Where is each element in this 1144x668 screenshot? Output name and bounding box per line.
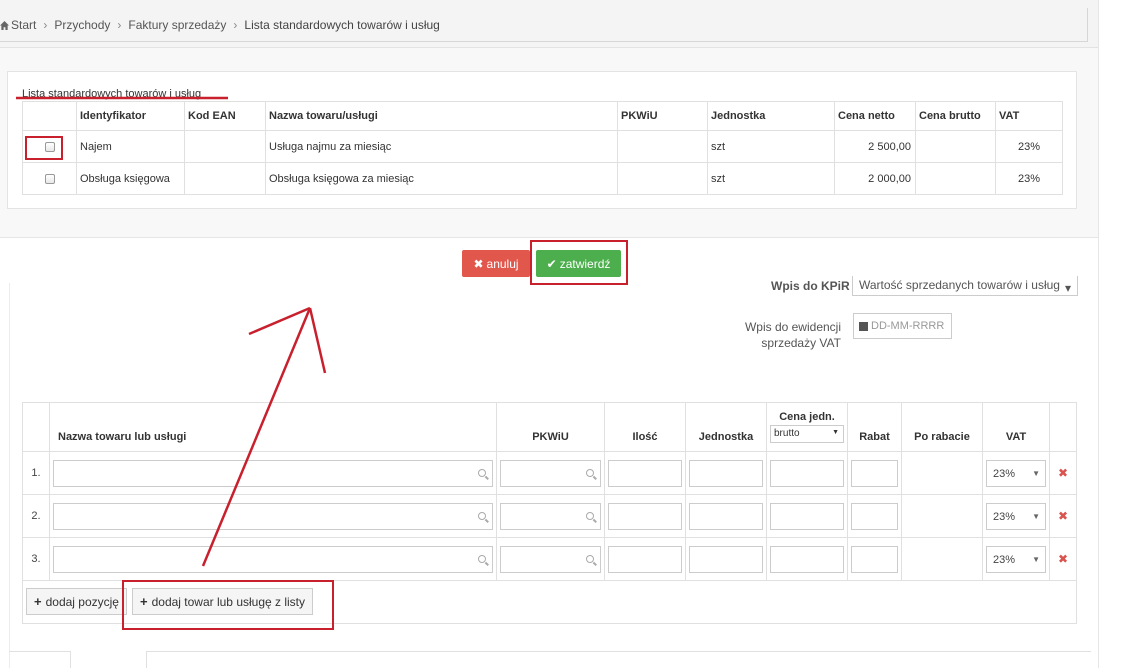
annotation-overlay bbox=[16, 96, 327, 567]
annotation-arrow-head bbox=[308, 307, 327, 374]
annotation-arrow-shaft bbox=[201, 307, 312, 567]
